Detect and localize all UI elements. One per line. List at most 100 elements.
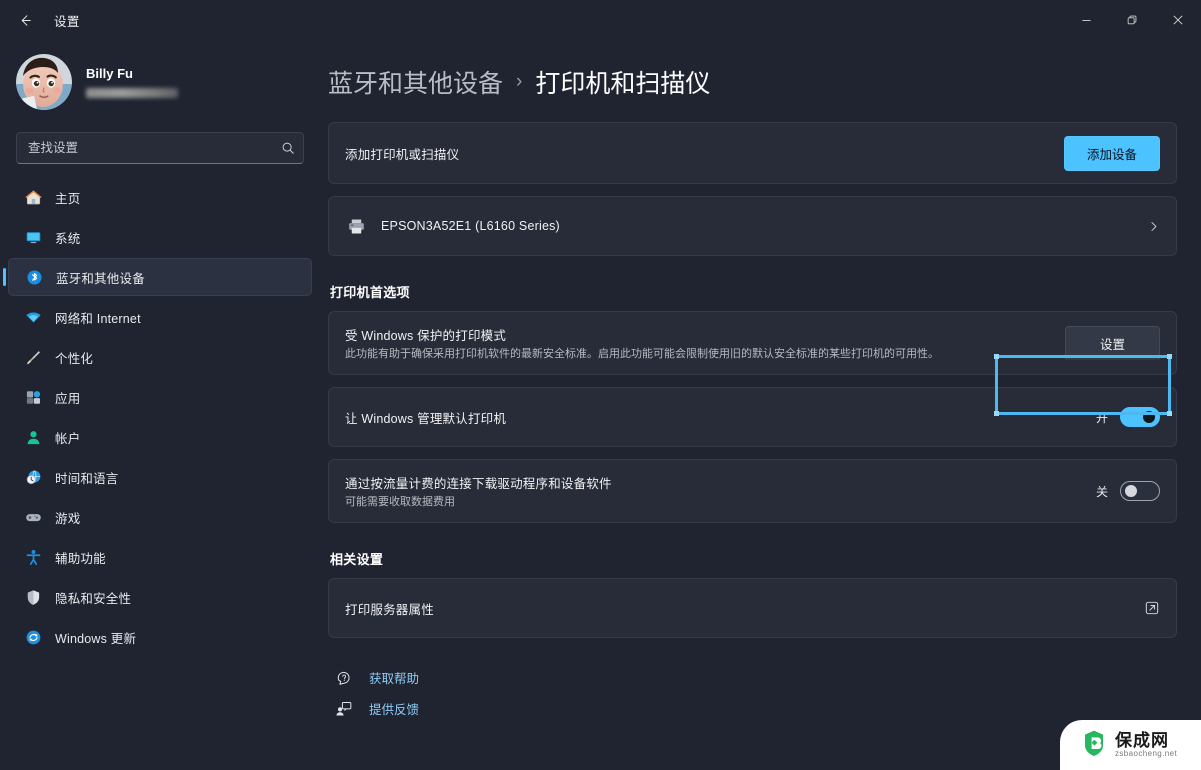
- watermark-title: 保成网: [1115, 730, 1169, 750]
- sidebar-item-gaming[interactable]: 游戏: [8, 498, 312, 536]
- printer-device-name: EPSON3A52E1 (L6160 Series): [381, 219, 560, 233]
- minimize-button[interactable]: [1063, 0, 1109, 40]
- sidebar-item-accessibility[interactable]: 辅助功能: [8, 538, 312, 576]
- window-controls: [1063, 0, 1201, 40]
- print-server-properties-title: 打印服务器属性: [345, 602, 434, 617]
- sidebar-item-bluetooth-and-devices[interactable]: 蓝牙和其他设备: [3, 258, 312, 296]
- account-icon: [24, 428, 42, 446]
- page-title: 打印机和扫描仪: [535, 70, 711, 98]
- add-printer-row: 添加打印机或扫描仪 添加设备: [329, 123, 1176, 183]
- sidebar-item-label: 系统: [55, 231, 81, 246]
- give-feedback-link[interactable]: 提供反馈: [334, 699, 419, 718]
- add-printer-card: 添加打印机或扫描仪 添加设备: [328, 122, 1177, 184]
- manage-default-printer-title: 让 Windows 管理默认打印机: [345, 411, 507, 426]
- title-bar: 设置: [0, 0, 1201, 40]
- sidebar-item-label: 个性化: [55, 351, 94, 366]
- printer-device-card: EPSON3A52E1 (L6160 Series): [328, 196, 1177, 256]
- apps-icon: [24, 388, 42, 406]
- protected-print-mode-texts: 受 Windows 保护的打印模式 此功能有助于确保采用打印机软件的最新安全标准…: [345, 325, 1065, 362]
- close-button[interactable]: [1155, 0, 1201, 40]
- sidebar-item-accounts[interactable]: 帐户: [8, 418, 312, 456]
- maximize-button[interactable]: [1109, 0, 1155, 40]
- add-printer-texts: 添加打印机或扫描仪: [345, 144, 1064, 163]
- wifi-icon: [24, 308, 42, 326]
- sidebar-nav: 主页 系统 蓝牙和其他设备 网络和 Internet 个性化 应用 帐户 时间和…: [0, 174, 320, 656]
- settings-window: 设置 Billy Fu 查找设置 主页 系统 蓝牙和其他设备 网络和 Inter…: [0, 0, 1201, 770]
- close-icon: [1173, 15, 1183, 25]
- metered-download-toggle[interactable]: [1120, 481, 1160, 501]
- metered-download-row: 通过按流量计费的连接下载驱动程序和设备软件 可能需要收取数据费用 关: [329, 460, 1176, 522]
- metered-download-texts: 通过按流量计费的连接下载驱动程序和设备软件 可能需要收取数据费用: [345, 473, 1096, 510]
- home-icon: [24, 188, 42, 206]
- profile-text: Billy Fu: [86, 66, 178, 98]
- manage-default-printer-card: 让 Windows 管理默认打印机 开: [328, 387, 1177, 447]
- user-profile[interactable]: Billy Fu: [0, 40, 320, 124]
- footer-links: 获取帮助 提供反馈: [328, 650, 1177, 718]
- sidebar-item-system[interactable]: 系统: [8, 218, 312, 256]
- back-button[interactable]: [8, 5, 42, 35]
- profile-name: Billy Fu: [86, 66, 133, 81]
- avatar: [16, 54, 72, 110]
- add-device-button[interactable]: 添加设备: [1063, 135, 1160, 171]
- protected-print-settings-button[interactable]: 设置: [1064, 325, 1160, 361]
- sidebar-item-home[interactable]: 主页: [8, 178, 312, 216]
- manage-default-printer-toggle[interactable]: [1120, 407, 1160, 427]
- main-content: 蓝牙和其他设备 › 打印机和扫描仪 添加打印机或扫描仪 添加设备 EPSON3A…: [320, 40, 1201, 770]
- sidebar: Billy Fu 查找设置 主页 系统 蓝牙和其他设备 网络和 Internet…: [0, 40, 320, 770]
- manage-default-printer-row: 让 Windows 管理默认打印机 开: [329, 388, 1176, 446]
- printer-device-row[interactable]: EPSON3A52E1 (L6160 Series): [329, 197, 1176, 255]
- system-icon: [24, 228, 42, 246]
- sidebar-item-label: 网络和 Internet: [55, 311, 141, 326]
- accessibility-icon: [24, 548, 42, 566]
- get-help-link[interactable]: 获取帮助: [334, 668, 419, 687]
- sidebar-item-personalization[interactable]: 个性化: [8, 338, 312, 376]
- breadcrumb-parent[interactable]: 蓝牙和其他设备: [328, 64, 503, 100]
- minimize-icon: [1081, 19, 1091, 21]
- sidebar-item-windows-update[interactable]: Windows 更新: [8, 618, 312, 656]
- watermark-text: 保成网 zsbaocheng.net: [1115, 732, 1177, 758]
- help-icon: [334, 669, 354, 687]
- avatar-image: [16, 54, 72, 110]
- metered-download-subtitle: 可能需要收取数据费用: [345, 495, 455, 508]
- sidebar-item-network-internet[interactable]: 网络和 Internet: [8, 298, 312, 336]
- clock-globe-icon: [24, 468, 42, 486]
- metered-download-state: 关: [1095, 484, 1108, 499]
- sidebar-item-label: 时间和语言: [55, 471, 119, 486]
- sidebar-item-label: 辅助功能: [55, 551, 106, 566]
- sidebar-item-time-language[interactable]: 时间和语言: [8, 458, 312, 496]
- profile-email-masked: [86, 88, 178, 98]
- shield-logo-icon: [1082, 729, 1108, 762]
- sidebar-item-label: 游戏: [55, 511, 81, 526]
- manage-default-printer-toggle-wrap: 开: [1096, 407, 1160, 427]
- sidebar-item-privacy-security[interactable]: 隐私和安全性: [8, 578, 312, 616]
- brush-icon: [24, 348, 42, 366]
- watermark: 保成网 zsbaocheng.net: [1060, 720, 1201, 770]
- arrow-left-icon: [21, 14, 31, 26]
- feedback-icon: [334, 700, 354, 718]
- external-link-icon: [1144, 600, 1160, 616]
- manage-default-printer-texts: 让 Windows 管理默认打印机: [345, 408, 1096, 427]
- printer-icon: [345, 217, 367, 236]
- protected-print-mode-title: 受 Windows 保护的打印模式: [345, 328, 507, 343]
- app-title: 设置: [54, 14, 80, 29]
- chevron-right-icon: [1147, 220, 1160, 233]
- sidebar-item-label: 应用: [55, 391, 81, 406]
- search-icon: [281, 141, 295, 155]
- gamepad-icon: [24, 508, 42, 526]
- toggle-knob: [1143, 411, 1155, 423]
- shield-icon: [24, 588, 42, 606]
- search-input[interactable]: [28, 141, 281, 155]
- search-box[interactable]: [16, 132, 304, 164]
- window-body: Billy Fu 查找设置 主页 系统 蓝牙和其他设备 网络和 Internet…: [0, 40, 1201, 770]
- metered-download-card: 通过按流量计费的连接下载驱动程序和设备软件 可能需要收取数据费用 关: [328, 459, 1177, 523]
- sidebar-item-label: 蓝牙和其他设备: [56, 271, 145, 286]
- protected-print-mode-row: 受 Windows 保护的打印模式 此功能有助于确保采用打印机软件的最新安全标准…: [329, 312, 1176, 374]
- print-server-properties-row[interactable]: 打印服务器属性: [329, 579, 1176, 637]
- sidebar-item-apps[interactable]: 应用: [8, 378, 312, 416]
- sidebar-item-label: 主页: [55, 191, 81, 206]
- breadcrumb-separator-icon: ›: [516, 71, 523, 92]
- print-server-properties-texts: 打印服务器属性: [345, 599, 1144, 618]
- breadcrumb: 蓝牙和其他设备 › 打印机和扫描仪: [328, 40, 1177, 122]
- metered-download-title: 通过按流量计费的连接下载驱动程序和设备软件: [345, 476, 612, 491]
- give-feedback-label: 提供反馈: [369, 703, 420, 717]
